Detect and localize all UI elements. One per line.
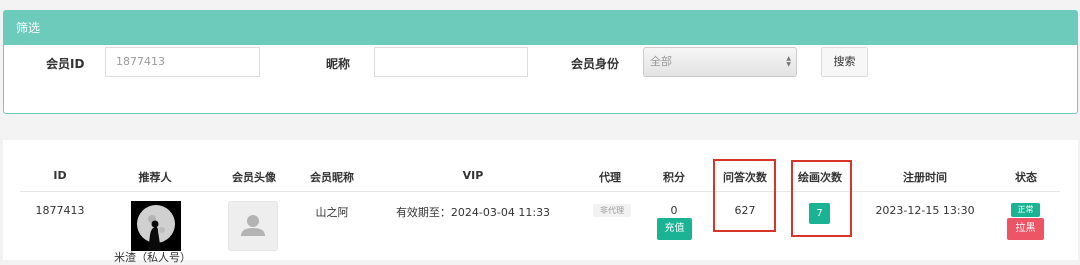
referrer-name: 米渣（私人号）	[114, 251, 191, 264]
header-status: 状态	[1015, 171, 1037, 184]
cell-points: 0	[670, 204, 678, 217]
cell-register-time: 2023-12-15 13:30	[875, 204, 975, 217]
updown-arrows-icon: ▲ ▼	[786, 55, 791, 68]
cell-id: 1877413	[35, 204, 85, 217]
filter-title: 筛选	[4, 11, 1077, 45]
user-silhouette-icon	[241, 215, 265, 236]
member-id-label: 会员ID	[46, 57, 85, 71]
header-referrer: 推荐人	[138, 171, 172, 184]
qa-count-highlight	[713, 159, 776, 232]
header-points: 积分	[663, 171, 685, 184]
referrer-avatar	[131, 201, 181, 251]
member-avatar	[228, 201, 278, 251]
identity-select[interactable]: 全部 ▲ ▼	[643, 47, 797, 77]
status-normal-button[interactable]: 正常	[1011, 203, 1040, 217]
header-id: ID	[53, 169, 67, 182]
header-agent: 代理	[599, 171, 621, 184]
identity-select-value: 全部	[650, 55, 672, 68]
nickname-label: 昵称	[326, 57, 351, 71]
identity-label: 会员身份	[571, 57, 620, 71]
search-button[interactable]: 搜索	[821, 47, 868, 77]
cell-nickname: 山之阿	[315, 206, 349, 219]
draw-count-highlight	[791, 160, 852, 237]
member-id-input[interactable]: 1877413	[105, 47, 260, 77]
header-vip: VIP	[462, 169, 484, 182]
recharge-button[interactable]: 充值	[657, 218, 692, 240]
agent-tag: 非代理	[593, 204, 631, 217]
header-register-time: 注册时间	[903, 171, 947, 184]
header-divider	[20, 191, 1060, 192]
header-nickname: 会员昵称	[310, 171, 354, 184]
ban-button[interactable]: 拉黑	[1007, 218, 1044, 240]
header-avatar: 会员头像	[232, 171, 276, 184]
cell-vip: 有效期至：2024-03-04 11:33	[395, 206, 551, 219]
nickname-input[interactable]	[374, 47, 528, 77]
